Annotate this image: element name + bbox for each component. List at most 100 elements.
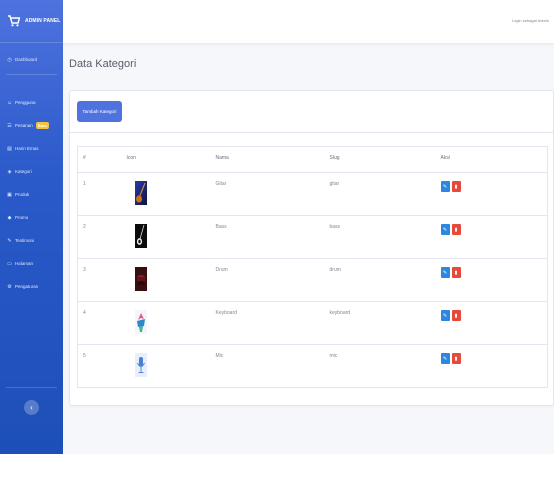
category-table: # Icon Nama Slug Aksi 1 Gitar gitar ✎ ▮ …: [77, 146, 548, 388]
sidebar-item-label: Produk: [15, 192, 30, 197]
dashboard-icon: ◷: [7, 56, 12, 63]
sidebar-item-harin-emas[interactable]: ▤ Harin Emas: [0, 137, 63, 160]
brand[interactable]: ADMIN PANEL: [0, 0, 63, 43]
column-header-nama: Nama: [210, 146, 325, 173]
drum-image: [134, 267, 147, 291]
orders-icon: ☰: [7, 122, 12, 129]
keyboard-image: [134, 310, 147, 334]
category-name: Gitar: [210, 172, 325, 216]
column-header-number: #: [77, 146, 122, 173]
table-header-row: # Icon Nama Slug Aksi: [77, 146, 548, 173]
category-name: Drum: [210, 258, 325, 302]
table-row: 2 Bass bass ✎ ▮: [77, 215, 548, 259]
actions-cell: ✎ ▮: [435, 301, 548, 345]
category-card: Tambah Kategori # Icon Nama Slug Aksi 1: [69, 90, 554, 406]
table-row: 4 Keyboard keyboard ✎ ▮: [77, 301, 548, 345]
category-slug: keyboard: [324, 301, 436, 345]
edit-button[interactable]: ✎: [440, 224, 450, 235]
actions-cell: ✎ ▮: [435, 215, 548, 259]
edit-button[interactable]: ✎: [440, 267, 450, 278]
delete-button[interactable]: ▮: [451, 267, 461, 278]
icon-cell: [121, 301, 211, 345]
pencil-icon: ✎: [442, 183, 448, 190]
sidebar-item-kategori[interactable]: ◈ Kategori: [0, 160, 63, 183]
sidebar-item-pengaturan[interactable]: ⚙ Pengaturan: [0, 275, 63, 298]
sidebar: ADMIN PANEL ◷ Dashboard ☺ Pengguna ☰ Pes…: [0, 0, 63, 454]
column-header-aksi: Aksi: [435, 146, 548, 173]
edit-button[interactable]: ✎: [440, 353, 450, 364]
delete-button[interactable]: ▮: [451, 224, 461, 235]
icon-cell: [121, 172, 211, 216]
actions-cell: ✎ ▮: [435, 344, 548, 388]
sidebar-item-label: Dashboard: [15, 57, 38, 62]
shopping-cart-icon: [8, 15, 20, 27]
settings-icon: ⚙: [7, 283, 12, 290]
sidebar-item-label: Kategori: [15, 169, 32, 174]
column-header-icon: Icon: [121, 146, 211, 173]
sidebar-item-label: Pengguna: [15, 100, 36, 105]
edit-button[interactable]: ✎: [440, 181, 450, 192]
actions-cell: ✎ ▮: [435, 172, 548, 216]
category-slug: bass: [324, 215, 436, 259]
row-number: 1: [77, 172, 122, 216]
sidebar-toggle-button[interactable]: ‹: [24, 400, 39, 415]
pencil-icon: ✎: [442, 269, 448, 276]
category-slug: gitar: [324, 172, 436, 216]
sidebar-divider: [6, 74, 57, 75]
page-icon: ▭: [7, 260, 12, 267]
pencil-icon: ✎: [442, 312, 448, 319]
edit-button[interactable]: ✎: [440, 310, 450, 321]
icon-cell: [121, 258, 211, 302]
sidebar-item-pesanan[interactable]: ☰ Pesanan Baru: [0, 114, 63, 137]
sidebar-item-testimoni[interactable]: ✎ Testimoni: [0, 229, 63, 252]
trash-icon: ▮: [454, 226, 458, 233]
topbar: Login sebagai Admin: [63, 0, 554, 43]
sidebar-item-label: Testimoni: [15, 238, 35, 243]
guitar-image: [134, 181, 147, 205]
promo-icon: ◆: [7, 214, 12, 221]
sidebar-item-promo[interactable]: ◆ Promo: [0, 206, 63, 229]
sidebar-item-halaman[interactable]: ▭ Halaman: [0, 252, 63, 275]
mic-image: [134, 353, 147, 377]
brand-title: ADMIN PANEL: [25, 18, 61, 24]
row-number: 2: [77, 215, 122, 259]
tag-icon: ◈: [7, 168, 12, 175]
product-list-icon: ▤: [7, 145, 12, 152]
user-login-text[interactable]: Login sebagai Admin: [512, 18, 549, 23]
sidebar-item-dashboard[interactable]: ◷ Dashboard: [0, 48, 63, 71]
sidebar-item-label: Promo: [15, 215, 29, 220]
box-icon: ▣: [7, 191, 12, 198]
category-slug: mic: [324, 344, 436, 388]
sidebar-item-label: Pengaturan: [15, 284, 39, 289]
icon-cell: [121, 344, 211, 388]
category-name: Keyboard: [210, 301, 325, 345]
trash-icon: ▮: [454, 355, 458, 362]
category-name: Mic: [210, 344, 325, 388]
category-slug: drum: [324, 258, 436, 302]
main-content: Login sebagai Admin Data Kategori Tambah…: [63, 0, 554, 454]
sidebar-item-pengguna[interactable]: ☺ Pengguna: [0, 91, 63, 114]
delete-button[interactable]: ▮: [451, 310, 461, 321]
sidebar-item-label: Pesanan: [15, 123, 33, 128]
table-row: 3 Drum drum ✎ ▮: [77, 258, 548, 302]
pencil-icon: ✎: [442, 355, 448, 362]
sidebar-item-produk[interactable]: ▣ Produk: [0, 183, 63, 206]
chevron-left-icon: ‹: [30, 403, 33, 412]
delete-button[interactable]: ▮: [451, 353, 461, 364]
add-category-button[interactable]: Tambah Kategori: [77, 101, 122, 122]
card-header: Tambah Kategori: [70, 91, 553, 133]
sidebar-item-label: Halaman: [15, 261, 34, 266]
users-icon: ☺: [7, 99, 13, 106]
row-number: 3: [77, 258, 122, 302]
trash-icon: ▮: [454, 269, 458, 276]
actions-cell: ✎ ▮: [435, 258, 548, 302]
sidebar-item-label: Harin Emas: [15, 146, 39, 151]
row-number: 5: [77, 344, 122, 388]
category-name: Bass: [210, 215, 325, 259]
column-header-slug: Slug: [324, 146, 436, 173]
row-number: 4: [77, 301, 122, 345]
trash-icon: ▮: [454, 312, 458, 319]
bass-image: [134, 224, 147, 248]
delete-button[interactable]: ▮: [451, 181, 461, 192]
pencil-icon: ✎: [442, 226, 448, 233]
